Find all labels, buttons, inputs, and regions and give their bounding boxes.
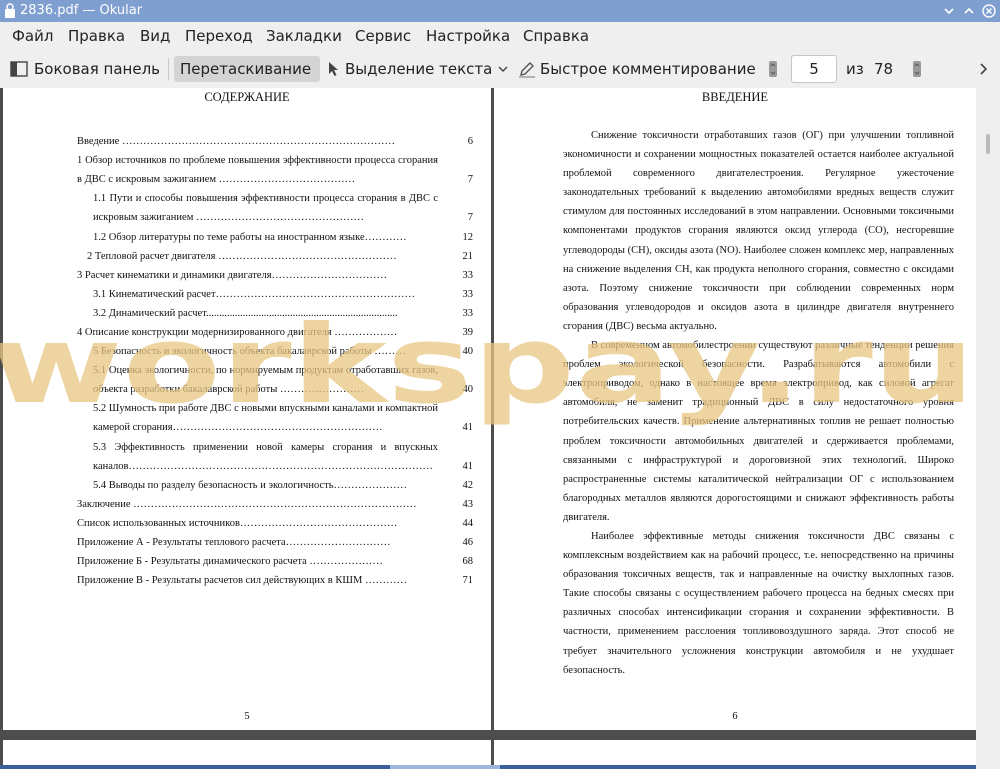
sidebar-icon	[10, 61, 28, 77]
toc-entry-title: Список использованных источников………………………	[77, 518, 398, 529]
toc-entry-title: 2 Тепловой расчет двигателя …………………………………	[87, 250, 397, 262]
text-select-tool-label: Выделение текста	[345, 60, 493, 78]
pdf-page-8-partial	[494, 740, 976, 765]
page-number-input[interactable]	[791, 55, 837, 83]
intro-heading: ВВЕДЕНИЕ	[701, 90, 769, 104]
toc-entry-title: Приложение В - Результаты расчетов сил д…	[77, 575, 407, 587]
quick-annotation-label: Быстрое комментирование	[540, 60, 756, 78]
toc-entry-page: 68	[462, 556, 474, 568]
toc-entry-page: 33	[462, 269, 474, 281]
pdf-page-7-partial	[3, 740, 491, 765]
intro-paragraph: Снижение токсичности отработавших газов …	[563, 130, 954, 332]
cursor-arrow-icon	[329, 62, 338, 76]
toc-entry-title: 1.1 Пути и способы повышения эффективнос…	[93, 193, 438, 224]
menu-edit[interactable]: Правка	[68, 27, 125, 45]
intro-paragraph: Наиболее эффективные методы снижения ток…	[563, 530, 954, 676]
toc-entry-title: Приложение А - Результаты теплового расч…	[77, 537, 391, 549]
chevron-down-icon[interactable]	[498, 66, 508, 73]
toc-entry-page: 40	[462, 384, 474, 396]
toc-entry-title: Приложение Б - Результаты динамического …	[77, 556, 383, 568]
page-number-5: 5	[244, 711, 250, 722]
previous-page-icon[interactable]	[768, 60, 778, 78]
horizontal-scrollbar[interactable]	[0, 765, 976, 769]
menu-bookmarks[interactable]: Закладки	[266, 27, 342, 45]
menu-settings[interactable]: Настройка	[426, 27, 510, 45]
page-of-label: из	[846, 60, 864, 78]
toolbar-separator	[168, 58, 169, 80]
toc-entry-title: 1 Обзор источников по проблеме повышения…	[77, 155, 438, 186]
title-bar: 2836.pdf — Okular	[0, 0, 1000, 22]
close-icon[interactable]	[982, 4, 996, 18]
document-viewer[interactable]: СОДЕРЖАНИЕ Введение ………………………………………………………	[0, 88, 1000, 769]
toc-entry-title: 5 Безопасность и экологичность объекта б…	[93, 346, 406, 358]
vertical-scrollbar[interactable]	[976, 88, 1000, 769]
toc-entry-page: 71	[462, 575, 474, 587]
toc-entry-title: 4 Описание конструкции модернизированног…	[77, 327, 398, 338]
next-page-icon[interactable]	[912, 60, 922, 78]
toc-entry-page: 7	[467, 174, 473, 186]
minimize-icon[interactable]	[942, 4, 956, 18]
chevron-right-icon[interactable]	[979, 62, 988, 76]
menu-go[interactable]: Переход	[185, 27, 253, 45]
browse-tool-label: Перетаскивание	[180, 60, 312, 78]
toc-entry-title: 3.1 Кинематический расчет…………………………………………	[93, 288, 416, 300]
intro-paragraph: В современном автомобилестроении существ…	[563, 340, 954, 523]
menu-view[interactable]: Вид	[140, 27, 170, 45]
toc-entry-page: 44	[462, 518, 474, 529]
toc-entry-page: 46	[462, 537, 474, 549]
menu-file[interactable]: Файл	[12, 27, 53, 45]
page-total-label: 78	[874, 60, 894, 78]
maximize-icon[interactable]	[962, 4, 976, 18]
toc-entry-title: 3 Расчет кинематики и динамики двигателя…	[77, 269, 388, 281]
toc-entry-page: 42	[462, 479, 474, 491]
main-toolbar: Боковая панель Перетаскивание Выделение …	[0, 50, 1000, 89]
toc-entry-page: 39	[462, 327, 474, 338]
pdf-page-5: СОДЕРЖАНИЕ Введение ………………………………………………………	[3, 88, 491, 730]
browse-tool-button[interactable]: Перетаскивание	[174, 56, 320, 82]
toc-entry-page: 41	[462, 460, 474, 472]
text-select-tool-button[interactable]: Выделение текста	[328, 56, 498, 82]
toc-entry-title: 5.4 Выводы по разделу безопасность и эко…	[93, 479, 408, 491]
menu-tools[interactable]: Сервис	[355, 27, 411, 45]
quick-annotation-button[interactable]: Быстрое комментирование	[518, 56, 758, 82]
toc-entry-page: 40	[462, 346, 474, 358]
toc-entry-page: 33	[462, 307, 474, 319]
toc-entry-page: 33	[462, 288, 474, 300]
toc-entry-page: 6	[467, 136, 473, 147]
scrollbar-handle[interactable]	[986, 134, 990, 154]
toc-entry-title: 5.2 Шумность при работе ДВС с новыми впу…	[93, 403, 438, 434]
toc-entry-page: 43	[462, 498, 474, 510]
toc-entry-title: 5.3 Эффективность применении новой камер…	[93, 441, 438, 472]
toc-entry-page: 41	[462, 422, 474, 434]
sidebar-toggle-label: Боковая панель	[34, 60, 160, 78]
toc-entry-page: 7	[467, 212, 473, 224]
toc-entry-title: Заключение ………………………………………………………………………	[77, 498, 417, 510]
pencil-icon	[519, 62, 535, 78]
toc-entry-title: 3.2 Динамический расчет.................…	[93, 307, 398, 319]
toc-entry-page: 21	[462, 250, 474, 262]
toc-entry-title: 5.1 Оценка экологичности, по нормируемым…	[93, 365, 438, 396]
toc-entry-page: 12	[462, 231, 474, 243]
page-number-6: 6	[732, 711, 738, 722]
horizontal-scrollbar-thumb[interactable]	[390, 765, 500, 769]
okular-app-icon	[5, 3, 15, 18]
menu-help[interactable]: Справка	[523, 27, 589, 45]
intro-body: Снижение токсичности отработавших газов …	[563, 126, 954, 680]
toc-entry-title: Введение ……………………………………………………………………	[77, 136, 395, 147]
pdf-page-6: ВВЕДЕНИЕ Снижение токсичности отработавш…	[494, 88, 976, 730]
window-title: 2836.pdf — Okular	[20, 3, 143, 18]
menu-bar: Файл Правка Вид Переход Закладки Сервис …	[0, 22, 1000, 50]
toc-entry-title: 1.2 Обзор литературы по теме работы на и…	[93, 231, 407, 243]
toc-heading: СОДЕРЖАНИЕ	[204, 90, 290, 104]
